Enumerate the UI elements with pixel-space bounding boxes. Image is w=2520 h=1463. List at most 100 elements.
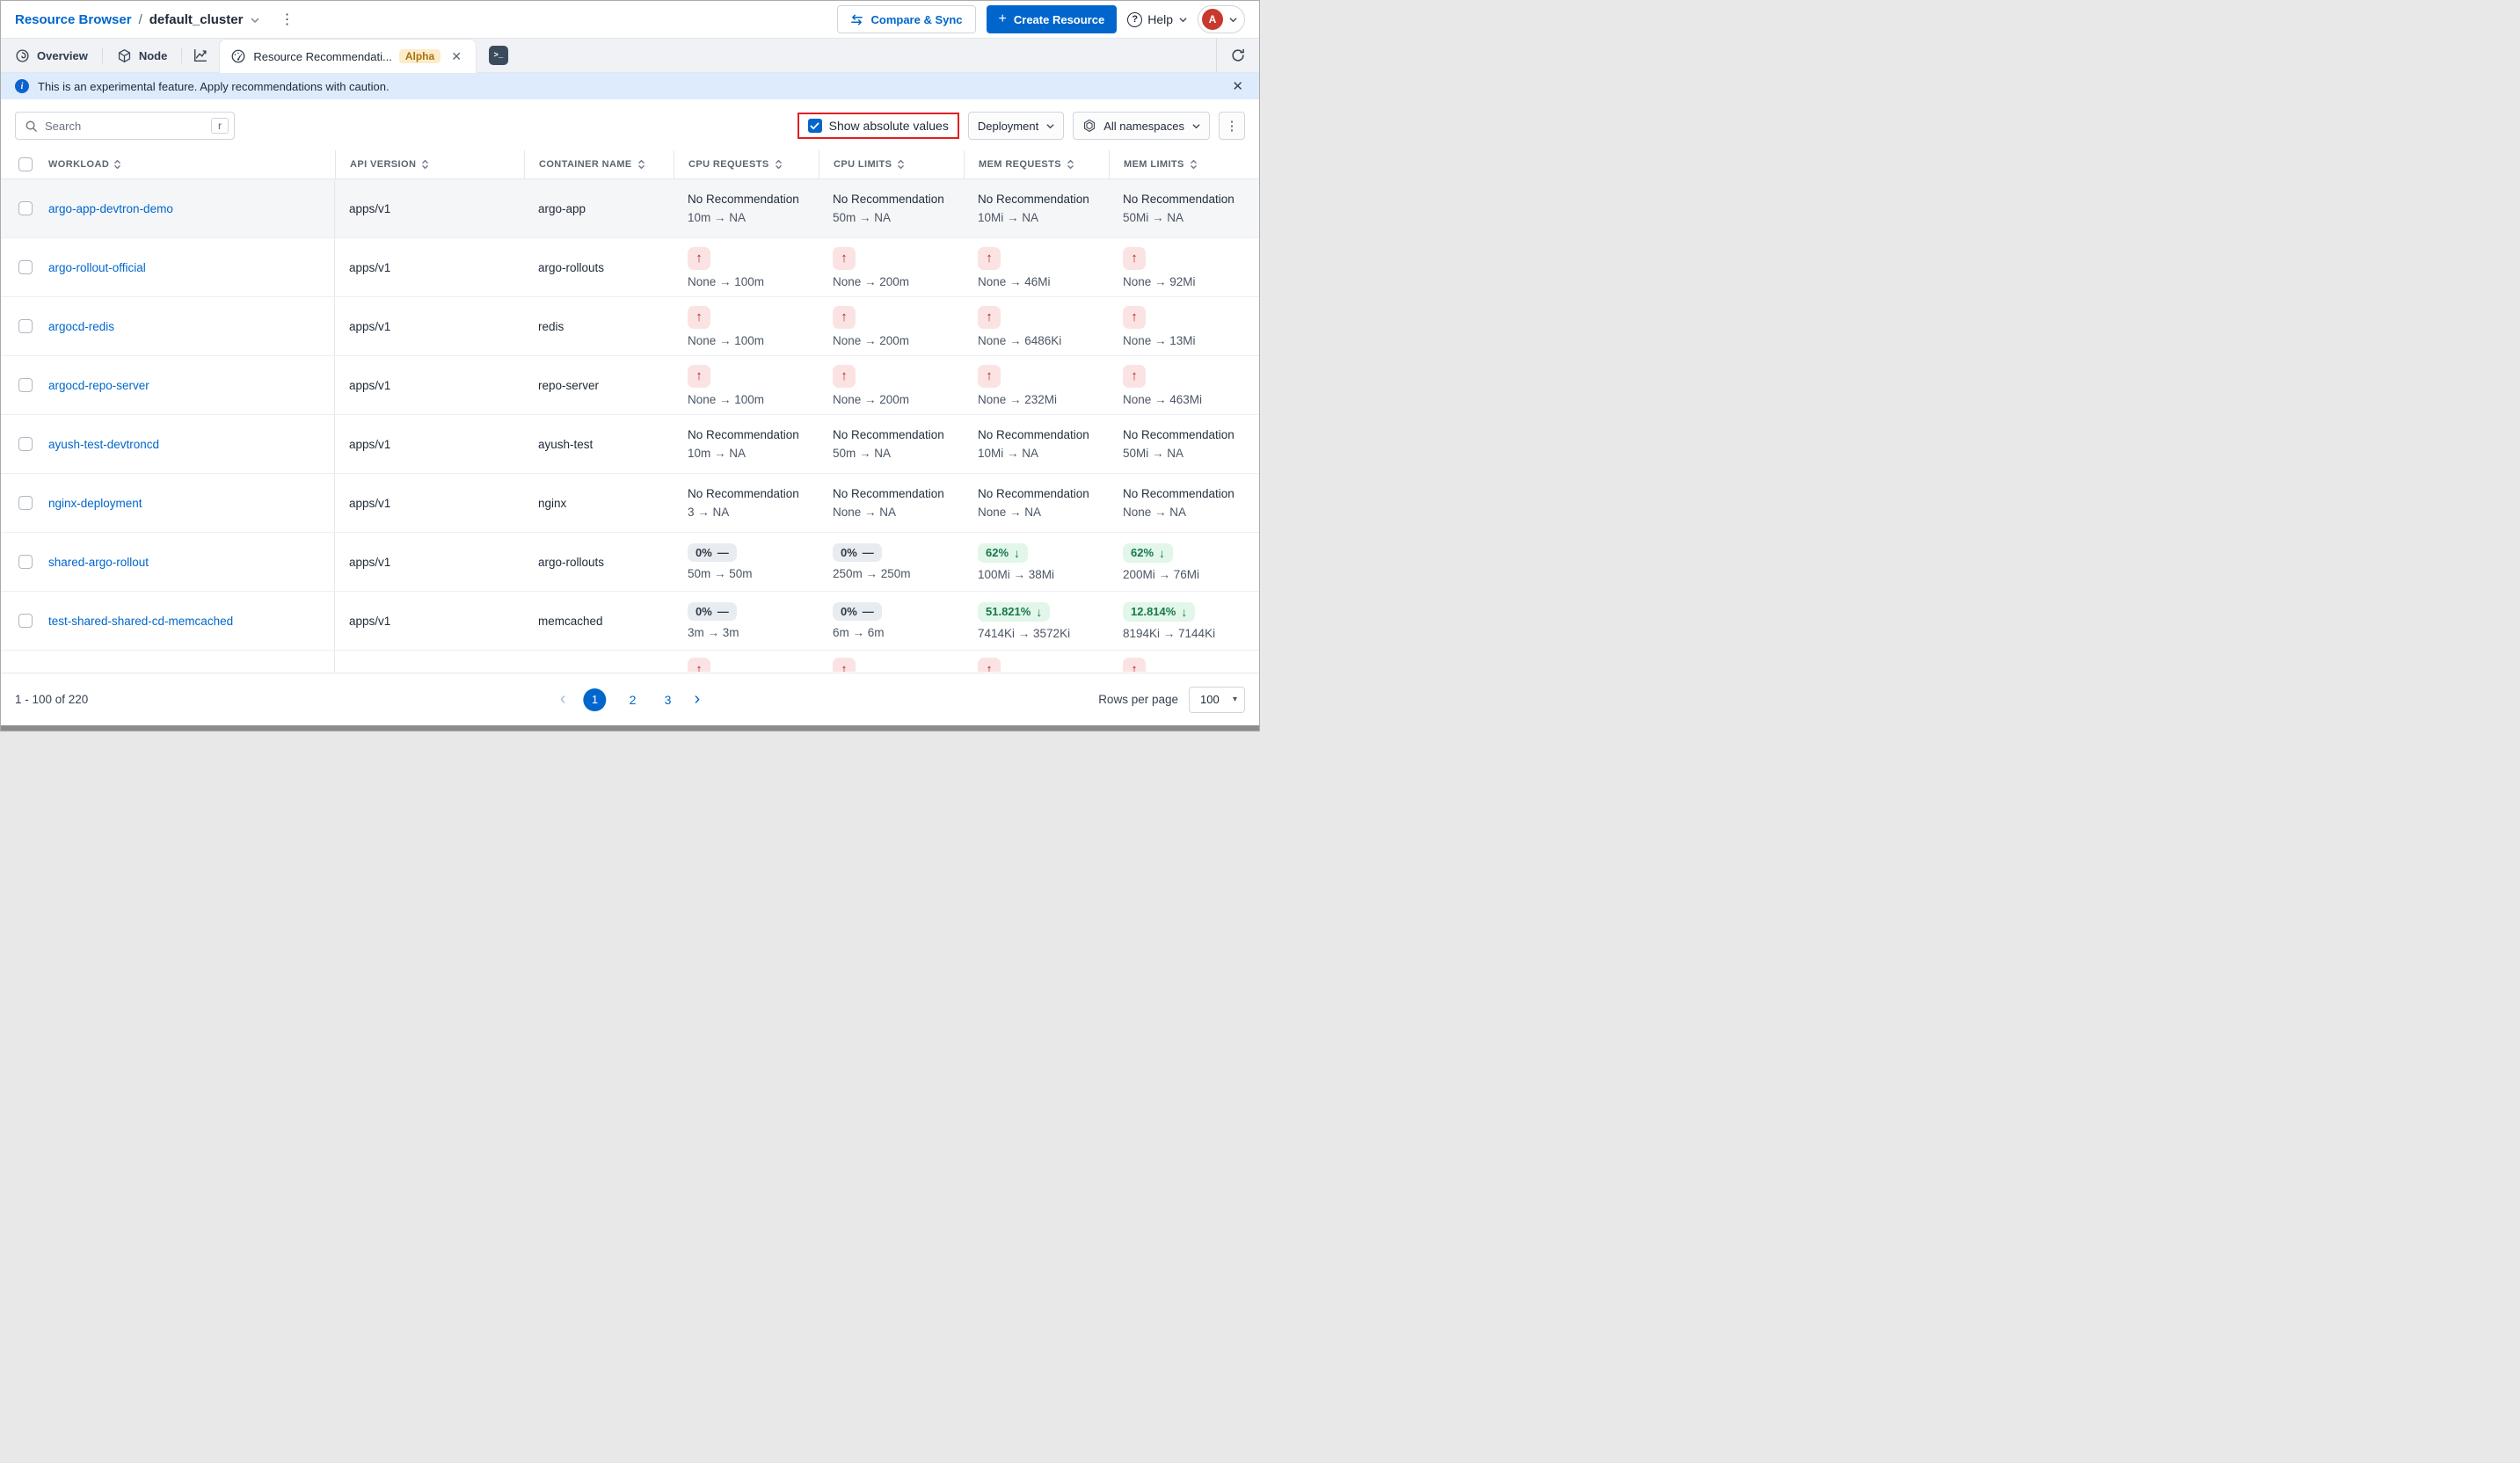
tab-monitoring[interactable] bbox=[182, 39, 219, 72]
cluster-kebab-menu-icon[interactable]: ⋮ bbox=[274, 11, 299, 28]
cpu-limits-cell: No Recommendation50m → NA bbox=[819, 428, 964, 460]
show-absolute-values-checkbox[interactable]: Show absolute values bbox=[808, 119, 949, 133]
compare-sync-button[interactable]: Compare & Sync bbox=[837, 5, 975, 33]
row-checkbox[interactable] bbox=[18, 437, 33, 451]
workload-link[interactable]: argo-app-devtron-demo bbox=[48, 202, 173, 215]
gauge-icon bbox=[230, 48, 246, 64]
workload-link[interactable]: nginx-deployment bbox=[48, 497, 142, 510]
column-header-api-version[interactable]: API VERSION bbox=[335, 150, 524, 178]
sort-icon bbox=[775, 158, 783, 171]
page-button-1[interactable]: 1 bbox=[584, 688, 607, 711]
mem-limits-cell: ↑None → 13Mi bbox=[1109, 306, 1259, 347]
row-checkbox[interactable] bbox=[18, 555, 33, 569]
workload-link[interactable]: shared-argo-rollout bbox=[48, 556, 149, 569]
mem-limits-cell: ↑None → 92Mi bbox=[1109, 247, 1259, 288]
help-menu[interactable]: ? Help bbox=[1127, 12, 1187, 27]
previous-page-icon[interactable]: ‹ bbox=[560, 689, 566, 710]
rows-per-page-value: 100 bbox=[1200, 693, 1220, 706]
page-button-3[interactable]: 3 bbox=[659, 693, 677, 707]
tab-node-label: Node bbox=[139, 49, 168, 62]
row-checkbox[interactable] bbox=[18, 260, 33, 274]
tab-overview[interactable]: Overview bbox=[1, 39, 102, 72]
banner-text: This is an experimental feature. Apply r… bbox=[38, 80, 390, 93]
mem-requests-cell: No Recommendation10Mi → NA bbox=[964, 193, 1109, 224]
increase-badge: ↑ bbox=[833, 247, 856, 270]
workload-link[interactable]: test-shared-shared-cd-memcached bbox=[48, 615, 233, 628]
column-label: MEM LIMITS bbox=[1124, 159, 1184, 170]
row-checkbox[interactable] bbox=[18, 201, 33, 215]
banner-close-icon[interactable]: ✕ bbox=[1230, 78, 1245, 94]
column-header-cpu-limits[interactable]: CPU LIMITS bbox=[819, 150, 964, 178]
user-chevron-down-icon bbox=[1228, 15, 1237, 24]
up-arrow-icon: ↑ bbox=[1131, 662, 1138, 673]
no-change-icon: — bbox=[717, 546, 729, 559]
column-label: API VERSION bbox=[350, 159, 416, 170]
search-input[interactable] bbox=[45, 120, 204, 133]
tab-terminal[interactable]: >_ bbox=[477, 39, 521, 72]
tab-bar: Overview Node Resource Recommendati... A… bbox=[1, 38, 1259, 73]
tab-resource-recommendations[interactable]: Resource Recommendati... Alpha ✕ bbox=[219, 39, 477, 73]
kind-filter-dropdown[interactable]: Deployment bbox=[968, 112, 1064, 140]
namespace-hexagon-icon bbox=[1082, 119, 1096, 133]
row-checkbox[interactable] bbox=[18, 319, 33, 333]
down-arrow-icon: ↓ bbox=[1181, 605, 1187, 619]
cpu-limits-cell: ↑None → 200m bbox=[819, 247, 964, 288]
up-arrow-icon: ↑ bbox=[841, 662, 848, 673]
table-row: nginx-deployment apps/v1 nginx No Recomm… bbox=[1, 474, 1259, 533]
column-header-mem-requests[interactable]: MEM REQUESTS bbox=[964, 150, 1109, 178]
page-button-2[interactable]: 2 bbox=[624, 693, 642, 707]
column-header-cpu-requests[interactable]: CPU REQUESTS bbox=[674, 150, 819, 178]
tab-close-icon[interactable]: ✕ bbox=[448, 47, 465, 66]
help-icon: ? bbox=[1127, 12, 1142, 27]
container-name: repo-server bbox=[538, 379, 599, 392]
column-header-workload[interactable]: WORKLOAD bbox=[1, 150, 335, 178]
select-all-checkbox[interactable] bbox=[18, 157, 33, 171]
row-checkbox[interactable] bbox=[18, 614, 33, 628]
cpu-limits-cell: 0%—6m → 6m bbox=[819, 602, 964, 639]
breadcrumb-resource-browser-link[interactable]: Resource Browser bbox=[15, 12, 132, 27]
cluster-chevron-down-icon[interactable] bbox=[250, 15, 259, 24]
workload-link[interactable]: argo-rollout-official bbox=[48, 261, 146, 274]
no-change-icon: — bbox=[717, 605, 729, 618]
namespace-filter-value: All namespaces bbox=[1103, 120, 1184, 133]
create-resource-button[interactable]: + Create Resource bbox=[987, 5, 1118, 33]
search-box[interactable]: r bbox=[15, 112, 235, 140]
next-page-icon[interactable]: › bbox=[695, 689, 701, 710]
api-version: apps/v1 bbox=[349, 497, 390, 510]
mem-limits-cell: ↑None → 463Mi bbox=[1109, 365, 1259, 406]
workload-link[interactable]: argocd-redis bbox=[48, 320, 114, 333]
show-absolute-values-label: Show absolute values bbox=[829, 119, 949, 133]
tab-node[interactable]: Node bbox=[103, 39, 182, 72]
column-label: CPU REQUESTS bbox=[688, 159, 769, 170]
pagination-footer: 1 - 100 of 220 ‹ 1 2 3 › Rows per page 1… bbox=[1, 673, 1259, 725]
cpu-requests-cell: 0%—50m → 50m bbox=[674, 543, 819, 580]
cpu-requests-cell: No Recommendation10m → NA bbox=[674, 428, 819, 460]
container-name: memcached bbox=[538, 615, 603, 628]
column-label: CPU LIMITS bbox=[834, 159, 892, 170]
up-arrow-icon: ↑ bbox=[986, 368, 993, 383]
api-version: apps/v1 bbox=[349, 379, 390, 392]
cpu-requests-cell: ↑None → 100m bbox=[674, 306, 819, 347]
row-checkbox[interactable] bbox=[18, 496, 33, 510]
increase-badge: ↑ bbox=[978, 306, 1001, 329]
refresh-button[interactable] bbox=[1216, 39, 1259, 72]
container-name: ayush-test bbox=[538, 438, 593, 451]
sort-icon bbox=[897, 158, 905, 171]
api-version: apps/v1 bbox=[349, 202, 390, 215]
workload-link[interactable]: argocd-repo-server bbox=[48, 379, 149, 392]
more-options-kebab-button[interactable]: ⋮ bbox=[1219, 112, 1245, 140]
header-actions: Compare & Sync + Create Resource ? Help … bbox=[837, 5, 1245, 33]
rows-per-page: Rows per page 100 ▾ bbox=[1098, 687, 1245, 713]
rows-per-page-select[interactable]: 100 ▾ bbox=[1189, 687, 1245, 713]
table-row: ayush-test-devtroncd apps/v1 ayush-test … bbox=[1, 415, 1259, 474]
breadcrumb-separator: / bbox=[139, 12, 142, 27]
up-arrow-icon: ↑ bbox=[1131, 368, 1138, 383]
row-checkbox[interactable] bbox=[18, 378, 33, 392]
column-header-mem-limits[interactable]: MEM LIMITS bbox=[1109, 150, 1259, 178]
namespace-filter-dropdown[interactable]: All namespaces bbox=[1073, 112, 1210, 140]
pager: ‹ 1 2 3 › bbox=[560, 688, 700, 711]
workload-link[interactable]: ayush-test-devtroncd bbox=[48, 438, 159, 451]
up-arrow-icon: ↑ bbox=[841, 309, 848, 324]
column-header-container-name[interactable]: CONTAINER NAME bbox=[524, 150, 674, 178]
user-menu[interactable]: A bbox=[1198, 5, 1245, 33]
